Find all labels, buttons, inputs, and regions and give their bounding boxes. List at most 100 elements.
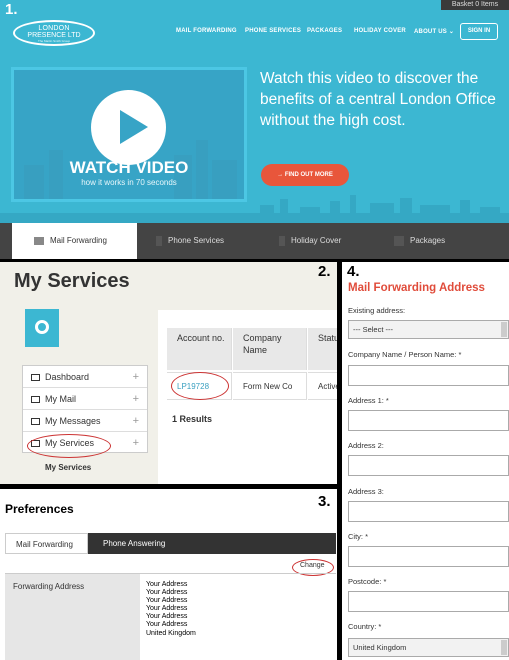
play-icon[interactable] <box>91 90 166 165</box>
address-line: Your Address <box>146 621 188 629</box>
tab-label: Phone Services <box>168 236 225 245</box>
tab-label: Packages <box>410 236 446 245</box>
tab-mail-forwarding[interactable]: Mail Forwarding <box>5 533 88 554</box>
tab-label: Mail Forwarding <box>50 236 107 245</box>
forwarding-address-label: Forwarding Address <box>5 574 140 660</box>
panel-number: 1. <box>5 1 18 18</box>
address-block: Your Address Your Address Your Address Y… <box>146 581 196 638</box>
city-label: City: * <box>348 532 369 541</box>
city-skyline-graphic <box>0 195 509 225</box>
chevron-down-icon: ⌄ <box>448 29 455 35</box>
city-input[interactable] <box>348 546 509 567</box>
panel-number: 4. <box>347 263 360 280</box>
hero-headline: Watch this video to discover the benefit… <box>260 70 496 129</box>
envelope-icon <box>31 418 40 426</box>
table-cell-status: Active <box>308 372 337 400</box>
address-line: Your Address <box>146 589 188 597</box>
plus-icon[interactable]: + <box>133 432 139 454</box>
sidebar-footer-label: My Services <box>45 463 92 472</box>
tab-holiday-cover[interactable]: Holiday Cover <box>275 223 385 259</box>
table-cell-company: Form New Co <box>233 372 307 400</box>
panel-number: 3. <box>318 493 331 510</box>
envelope-icon <box>31 374 40 382</box>
site-logo[interactable]: LONDON PRESENCE LTD The Martin Smith Gro… <box>13 20 95 46</box>
video-title: WATCH VIDEO <box>69 158 189 177</box>
company-name-input[interactable] <box>348 365 509 386</box>
column-header-company: Company Name <box>233 328 307 370</box>
envelope-icon <box>34 236 44 245</box>
tab-phone-services[interactable]: Phone Services <box>150 223 260 259</box>
service-tabs: Mail Forwarding Phone Services Holiday C… <box>0 223 509 259</box>
forwarding-address-row: Forwarding Address Your Address Your Add… <box>5 573 336 660</box>
address3-input[interactable] <box>348 501 509 522</box>
sidebar-item-my-mail[interactable]: My Mail + <box>23 388 147 410</box>
country-label: Country: * <box>348 622 382 631</box>
logo-line-3: The Martin Smith Group <box>37 39 70 43</box>
hero-panel: 1. Basket 0 Items LONDON PRESENCE LTD Th… <box>0 0 509 259</box>
panel-number: 2. <box>318 263 331 280</box>
services-table: Account no. Company Name Status LP19728 … <box>158 310 337 484</box>
form-title: Mail Forwarding Address <box>348 282 485 294</box>
column-header-account: Account no. <box>167 328 232 370</box>
address1-input[interactable] <box>348 410 509 431</box>
video-player[interactable]: WATCH VIDEO how it works in 70 seconds <box>11 67 247 202</box>
postcode-input[interactable] <box>348 591 509 612</box>
basket-link[interactable]: Basket 0 Items <box>441 0 509 10</box>
address-line: Your Address <box>146 581 188 588</box>
sidebar-item-label: My Messages <box>45 416 101 426</box>
phone-icon <box>279 235 285 246</box>
tab-packages[interactable]: Packages <box>390 223 500 259</box>
plus-icon[interactable]: + <box>133 366 139 388</box>
nav-packages[interactable]: PACKAGES <box>307 28 342 34</box>
tab-label: Holiday Cover <box>291 236 342 245</box>
logo-line-2: PRESENCE LTD <box>27 32 81 39</box>
address-line: Your Address <box>146 605 188 613</box>
tab-mail-forwarding[interactable]: Mail Forwarding <box>12 223 137 259</box>
select-value: --- Select --- <box>353 325 393 334</box>
section-title: Preferences <box>5 502 74 516</box>
address1-label: Address 1: * <box>348 396 389 405</box>
phone-icon <box>156 235 162 246</box>
plus-icon[interactable]: + <box>133 388 139 410</box>
logo-line-1: LONDON <box>38 25 70 32</box>
nav-holiday-cover[interactable]: HOLIDAY COVER <box>354 28 406 34</box>
address2-input[interactable] <box>348 455 509 476</box>
country-select[interactable]: United Kingdom <box>348 638 509 657</box>
envelope-icon <box>31 396 40 404</box>
dropdown-arrow-icon <box>501 322 507 337</box>
find-out-more-button[interactable]: → FIND OUT MORE <box>261 164 349 186</box>
gear-icon <box>35 320 49 334</box>
sign-in-button[interactable]: SIGN IN <box>460 23 498 40</box>
nav-about-us[interactable]: ABOUT US ⌄ <box>414 28 454 35</box>
company-name-label: Company Name / Person Name: * <box>348 350 462 359</box>
address3-label: Address 3: <box>348 487 384 496</box>
address2-label: Address 2: <box>348 441 384 450</box>
address-line: United Kingdom <box>146 629 196 637</box>
nav-mail-forwarding[interactable]: MAIL FORWARDING <box>176 28 237 34</box>
highlight-circle <box>171 372 229 400</box>
column-header-status: Status <box>308 328 337 370</box>
results-count: 1 Results <box>172 414 213 424</box>
nav-about-us-label: ABOUT US <box>414 29 447 35</box>
sidebar-item-my-messages[interactable]: My Messages + <box>23 410 147 432</box>
plus-icon[interactable]: + <box>133 410 139 432</box>
select-value: United Kingdom <box>353 643 407 652</box>
dropdown-arrow-icon <box>501 640 507 655</box>
address-line: Your Address <box>146 597 188 605</box>
preferences-panel: Preferences 3. Mail Forwarding Phone Ans… <box>0 489 337 660</box>
nav-phone-services[interactable]: PHONE SERVICES <box>245 28 301 34</box>
sidebar-item-dashboard[interactable]: Dashboard + <box>23 366 147 388</box>
my-services-panel: My Services 2. Dashboard + My Mail + My Me… <box>0 262 337 484</box>
postcode-label: Postcode: * <box>348 577 387 586</box>
box-icon <box>394 235 404 246</box>
settings-button[interactable] <box>25 309 59 347</box>
mail-forwarding-form-panel: 4. Mail Forwarding Address Existing addr… <box>342 262 509 660</box>
sidebar-item-label: Dashboard <box>45 372 90 382</box>
video-subtitle: how it works in 70 seconds <box>81 178 177 187</box>
highlight-circle <box>27 434 111 458</box>
existing-address-select[interactable]: --- Select --- <box>348 320 509 339</box>
sidebar-item-label: My Mail <box>45 394 76 404</box>
address-line: Your Address <box>146 613 188 621</box>
page-title: My Services <box>14 270 130 292</box>
tab-phone-answering[interactable]: Phone Answering <box>93 533 175 554</box>
